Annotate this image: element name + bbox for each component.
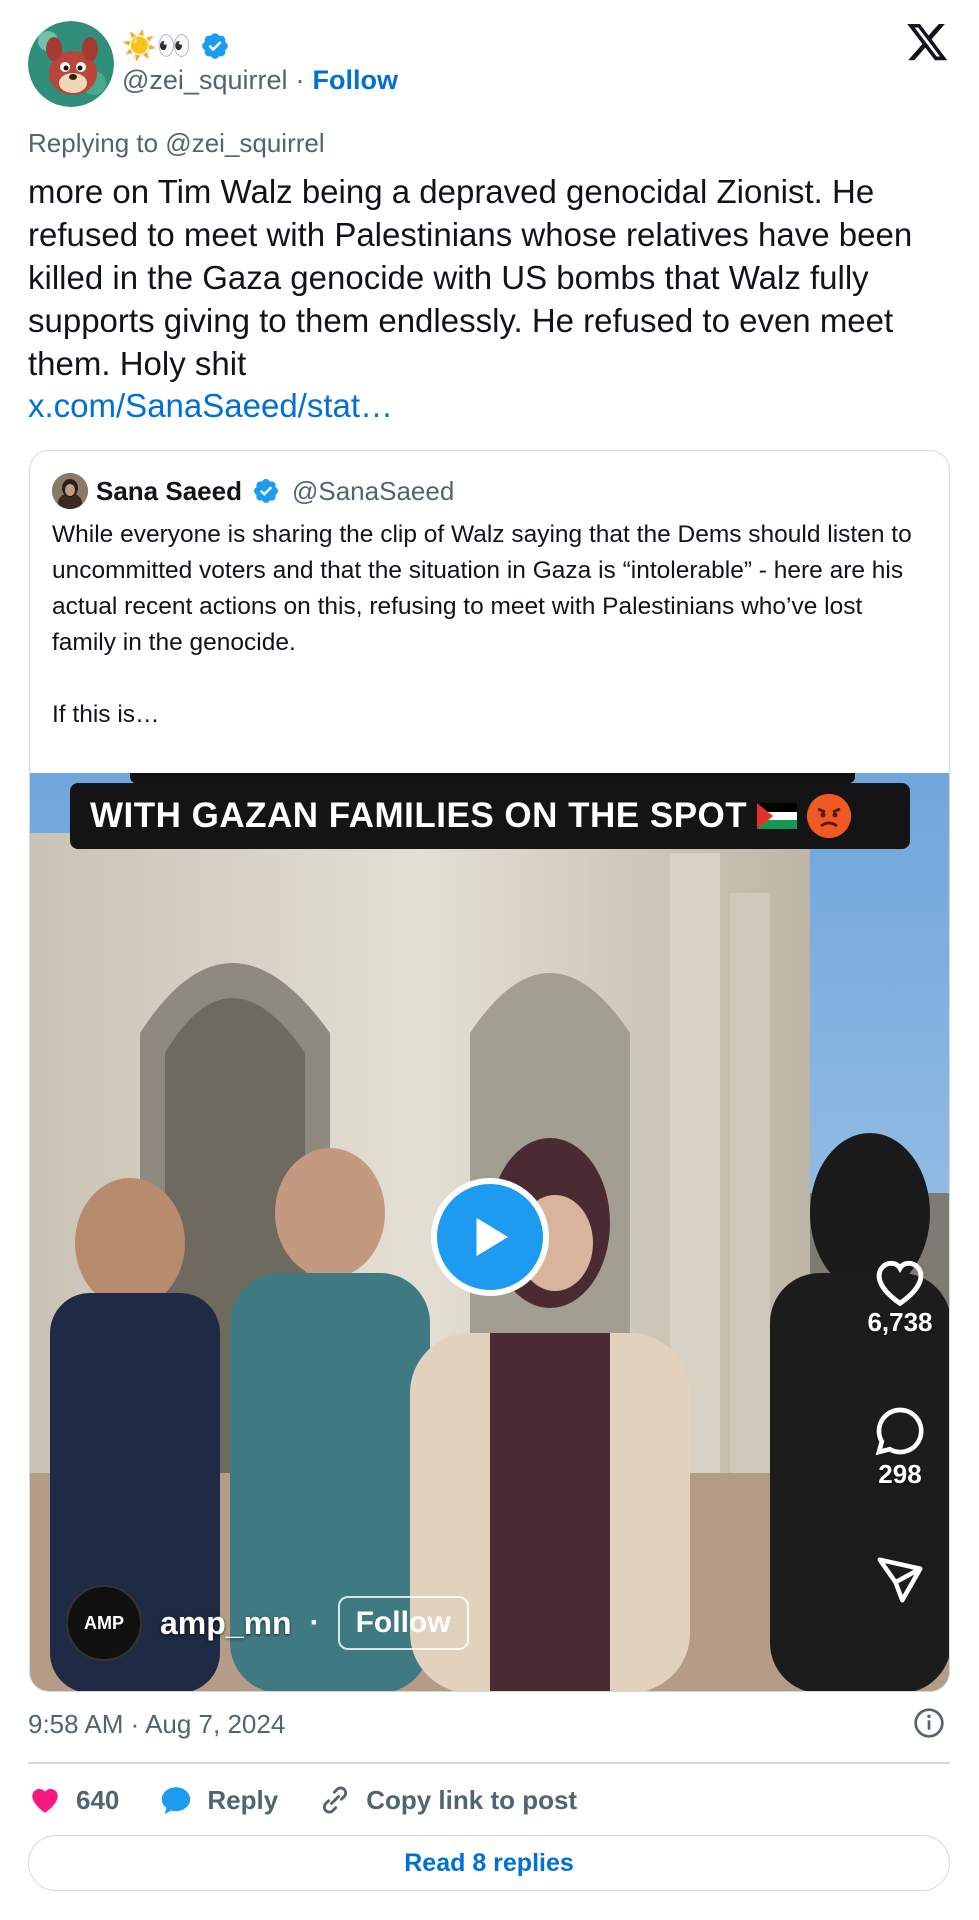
reply-label: Reply	[207, 1784, 279, 1815]
banner-text: WITH GAZAN FAMILIES ON THE SPOT	[90, 796, 748, 835]
replying-to-label: Replying to @zei_squirrel	[28, 128, 325, 158]
post-actions: 640 Reply Copy link to post	[28, 1780, 617, 1820]
video-like: 6,738	[850, 1253, 949, 1338]
author-display-name[interactable]: ☀️👀	[122, 29, 192, 63]
verified-badge-icon	[254, 479, 278, 503]
divider	[28, 1762, 950, 1764]
play-icon	[476, 1217, 508, 1257]
banner-top-strip	[130, 773, 855, 783]
reply-action[interactable]: Reply	[159, 1783, 278, 1817]
quoted-author-handle[interactable]: @SanaSaeed	[292, 476, 454, 507]
video-like-count: 6,738	[867, 1307, 933, 1337]
embedded-post-card: ☀️👀 @zei_squirrel · Follow Replying to @…	[0, 0, 979, 1920]
video-comment: 298	[850, 1403, 949, 1490]
quoted-author-name[interactable]: Sana Saeed	[96, 476, 242, 507]
post-timestamp[interactable]: 9:58 AM · Aug 7, 2024	[28, 1707, 285, 1741]
follow-button[interactable]: Follow	[312, 63, 397, 97]
author-avatar[interactable]	[28, 21, 114, 107]
quoted-post-text: While everyone is sharing the clip of Wa…	[52, 521, 912, 728]
post-text: more on Tim Walz being a depraved genoci…	[28, 173, 922, 382]
heart-icon	[32, 1788, 58, 1813]
video-comment-count: 298	[878, 1459, 922, 1489]
verified-badge-icon	[201, 33, 228, 59]
heart-icon	[876, 1260, 924, 1307]
post-link[interactable]: x.com/SanaSaeed/stat…	[28, 384, 393, 427]
video-account-name: amp_mn	[160, 1604, 292, 1641]
quoted-author-row: Sana Saeed @SanaSaeed	[96, 473, 454, 509]
author-name-row: ☀️👀	[122, 29, 230, 63]
amp-logo: AMP	[66, 1585, 142, 1661]
video-account-dot: ·	[309, 1606, 320, 1639]
like-action[interactable]: 640	[28, 1783, 119, 1817]
video-follow-label: Follow	[337, 1596, 469, 1650]
info-icon[interactable]	[913, 1707, 945, 1739]
quoted-author-avatar[interactable]	[52, 473, 88, 509]
read-replies-button[interactable]: Read 8 replies	[28, 1835, 950, 1891]
video-caption-banner: WITH GAZAN FAMILIES ON THE SPOT	[70, 783, 910, 849]
speech-bubble-icon	[162, 1787, 191, 1815]
video-account-row: AMP amp_mn · Follow	[66, 1583, 469, 1663]
comment-icon	[875, 1407, 924, 1456]
send-icon	[877, 1557, 923, 1603]
quoted-post[interactable]: Sana Saeed @SanaSaeed While everyone is …	[29, 450, 950, 1692]
like-count: 640	[76, 1784, 120, 1815]
author-handle[interactable]: @zei_squirrel	[122, 63, 287, 97]
author-handle-row: @zei_squirrel · Follow	[122, 63, 398, 97]
copy-link-label: Copy link to post	[366, 1784, 578, 1815]
quoted-video[interactable]: WITH GAZAN FAMILIES ON THE SPOT 6,738 29…	[30, 773, 949, 1691]
video-share	[850, 1553, 949, 1607]
handle-separator: ·	[295, 65, 305, 95]
copy-link-action[interactable]: Copy link to post	[318, 1783, 577, 1817]
angry-face-icon	[807, 794, 852, 838]
palestine-flag-icon	[757, 803, 798, 829]
play-button[interactable]	[431, 1178, 549, 1296]
link-icon	[323, 1786, 348, 1814]
x-logo-icon[interactable]	[907, 24, 949, 62]
